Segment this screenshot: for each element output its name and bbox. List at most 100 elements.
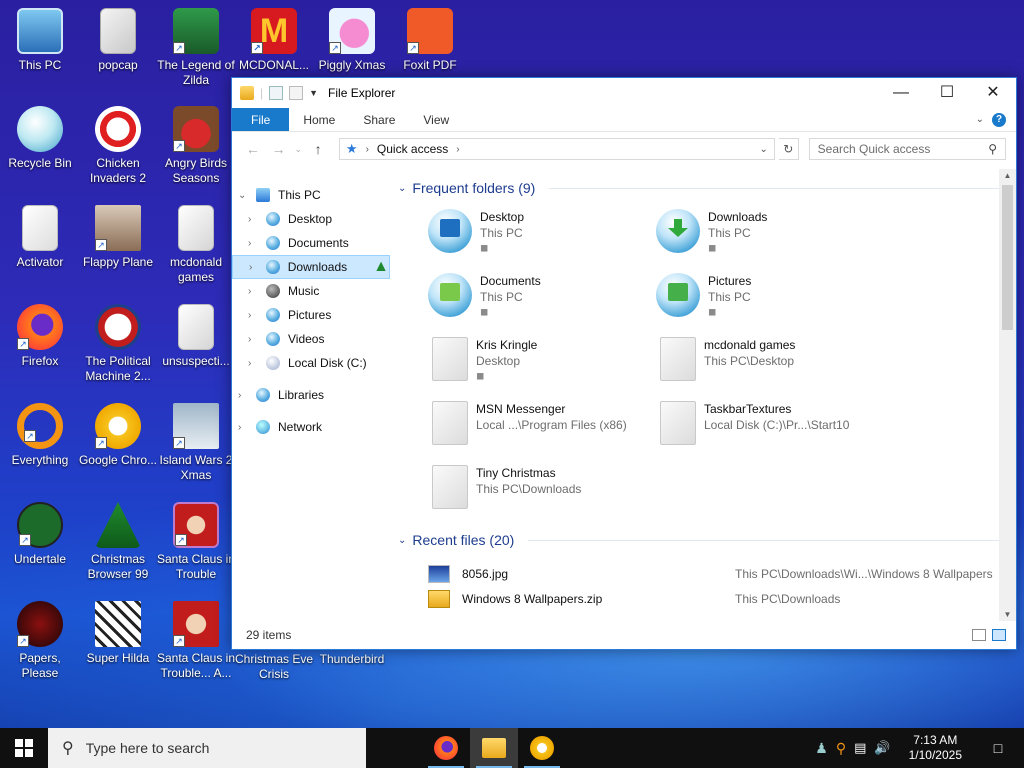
desktop-icon-legend-of-zilda[interactable]: ↗ The Legend of Zilda	[156, 8, 236, 88]
desktop-icon-everything[interactable]: ↗ Everything	[0, 403, 80, 468]
desktop-icon-thunderbird[interactable]: Thunderbird	[312, 652, 392, 667]
minimize-button[interactable]: —	[878, 78, 924, 108]
chevron-down-icon[interactable]: ▼	[309, 88, 318, 98]
desktop-icon-political-machine[interactable]: The Political Machine 2...	[78, 304, 158, 384]
tab-file[interactable]: File	[232, 108, 290, 131]
folder-documents[interactable]: Documents This PC ◼	[428, 273, 656, 323]
nav-item-pictures[interactable]: › Pictures	[232, 303, 392, 327]
chevron-down-icon[interactable]: ⌄	[760, 144, 768, 155]
taskbar-search[interactable]: ⚲ Type here to search	[48, 728, 366, 768]
nav-item-downloads[interactable]: › Downloads ▲	[232, 255, 390, 279]
tab-share[interactable]: Share	[349, 108, 409, 131]
details-view-icon[interactable]	[972, 629, 986, 641]
forward-button[interactable]: →	[268, 141, 290, 157]
refresh-button[interactable]: ↻	[778, 138, 799, 160]
desktop-icon-island-wars-2[interactable]: ↗ Island Wars 2 Xmas	[156, 403, 236, 483]
chevron-right-icon[interactable]: ›	[238, 390, 248, 401]
volume-icon[interactable]: 🔊	[874, 740, 890, 756]
desktop-icon-activator[interactable]: Activator	[0, 205, 80, 270]
help-icon[interactable]: ?	[992, 112, 1006, 127]
desktop-icon-santa-claus-in-trouble[interactable]: ↗ Santa Claus in Trouble	[156, 502, 236, 582]
chevron-right-icon[interactable]: ›	[249, 262, 258, 273]
chevron-down-icon[interactable]: ⌄	[398, 535, 406, 546]
close-button[interactable]: ✕	[970, 78, 1016, 108]
desktop-icon-mcdonal[interactable]: M ↗ MCDONAL...	[234, 8, 314, 73]
taskbar-firefox[interactable]	[422, 728, 470, 768]
file-explorer-window[interactable]: | ▼ File Explorer — ☐ ✕ File Home Share …	[231, 77, 1017, 650]
scroll-up-icon[interactable]: ▲	[999, 171, 1016, 180]
scroll-thumb[interactable]	[1002, 185, 1013, 330]
taskbar-file-explorer[interactable]	[470, 728, 518, 768]
desktop-icon-chicken-invaders-2[interactable]: Chicken Invaders 2	[78, 106, 158, 186]
desktop-icon-firefox[interactable]: ↗ Firefox	[0, 304, 80, 369]
chevron-down-icon[interactable]: ⌄	[398, 183, 406, 194]
folder-msn-messenger[interactable]: MSN Messenger Local ...\Program Files (x…	[428, 401, 656, 451]
desktop-icon-undertale[interactable]: ↗ Undertale	[0, 502, 80, 567]
notification-icon[interactable]: □	[980, 740, 1016, 756]
desktop-icon-this-pc[interactable]: This PC	[0, 8, 80, 73]
desktop-icon-angry-birds-seasons[interactable]: ↗ Angry Birds Seasons	[156, 106, 236, 186]
desktop-icon-unsuspecting[interactable]: unsuspecti...	[156, 304, 236, 369]
chevron-right-icon[interactable]: ›	[238, 422, 248, 433]
chevron-right-icon[interactable]: ›	[248, 286, 258, 297]
nav-item-libraries[interactable]: › Libraries	[232, 383, 392, 407]
desktop-icon-foxit-pdf[interactable]: ↗ Foxit PDF	[390, 8, 470, 73]
desktop-icon-mcdonald-games[interactable]: mcdonald games	[156, 205, 236, 285]
desktop-icon-popcap[interactable]: popcap	[78, 8, 158, 73]
desktop-icon-flappy-plane[interactable]: ↗ Flappy Plane	[78, 205, 158, 270]
list-item[interactable]: 8056.jpg This PC\Downloads\Wi...\Windows…	[428, 561, 1016, 586]
tab-home[interactable]: Home	[289, 108, 349, 131]
large-icons-view-icon[interactable]	[992, 629, 1006, 641]
nav-item-videos[interactable]: › Videos	[232, 327, 392, 351]
desktop-icon-christmas-eve-crisis[interactable]: Christmas Eve Crisis	[234, 652, 314, 682]
nav-item-network[interactable]: › Network	[232, 415, 392, 439]
chevron-right-icon[interactable]: ›	[248, 238, 258, 249]
chevron-right-icon[interactable]: ›	[248, 214, 258, 225]
folder-kris-kringle[interactable]: Kris Kringle Desktop ◼	[428, 337, 656, 387]
maximize-button[interactable]: ☐	[924, 78, 970, 108]
properties-icon[interactable]	[269, 86, 284, 100]
desktop-icon-recycle-bin[interactable]: Recycle Bin	[0, 106, 80, 171]
nav-item-music[interactable]: › Music	[232, 279, 392, 303]
address-bar[interactable]: ★ › Quick access › ⌄	[338, 138, 775, 160]
network-icon[interactable]: ▤	[854, 740, 866, 756]
taskbar-chrome[interactable]	[518, 728, 566, 768]
nav-item-desktop[interactable]: › Desktop	[232, 207, 392, 231]
desktop-icon-piggly-xmas[interactable]: ↗ Piggly Xmas	[312, 8, 392, 73]
search-input[interactable]: Search Quick access ⚲	[808, 138, 1007, 160]
recent-files-header[interactable]: ⌄ Recent files (20)	[398, 529, 1016, 551]
nav-item-documents[interactable]: › Documents	[232, 231, 392, 255]
new-folder-icon[interactable]	[289, 86, 304, 100]
vertical-scrollbar[interactable]: ▲ ▼	[999, 169, 1016, 621]
address-location[interactable]: Quick access	[377, 142, 448, 156]
magnifier-icon[interactable]: ⚲	[836, 740, 846, 757]
chevron-down-icon[interactable]: ⌄	[238, 190, 248, 201]
chevron-right-icon[interactable]: ›	[248, 334, 258, 345]
recent-locations-icon[interactable]: ⌄	[293, 144, 303, 155]
chevron-right-icon[interactable]: ›	[248, 358, 258, 369]
start-button[interactable]	[0, 728, 48, 768]
expand-ribbon-icon[interactable]: ⌄	[976, 114, 984, 125]
scroll-down-icon[interactable]: ▼	[999, 610, 1016, 619]
tab-view[interactable]: View	[409, 108, 463, 131]
desktop-icon-papers-please[interactable]: ↗ Papers, Please	[0, 601, 80, 681]
desktop-icon-christmas-browser-99[interactable]: Christmas Browser 99	[78, 502, 158, 582]
folder-pictures[interactable]: Pictures This PC ◼	[656, 273, 884, 323]
folder-downloads[interactable]: Downloads This PC ◼	[656, 209, 884, 259]
back-button[interactable]: ←	[242, 141, 264, 157]
folder-taskbartextures[interactable]: TaskbarTextures Local Disk (C:)\Pr...\St…	[656, 401, 884, 451]
clock[interactable]: 7:13 AM 1/10/2025	[899, 733, 972, 763]
list-item[interactable]: Windows 8 Wallpapers.zip This PC\Downloa…	[428, 586, 1016, 611]
folder-tiny-christmas[interactable]: Tiny Christmas This PC\Downloads	[428, 465, 656, 515]
people-icon[interactable]: ♟	[815, 740, 828, 757]
desktop-icon-google-chrome[interactable]: ↗ Google Chro...	[78, 403, 158, 468]
chevron-right-icon[interactable]: ›	[456, 144, 459, 155]
chevron-right-icon[interactable]: ›	[248, 310, 258, 321]
desktop-icon-super-hilda[interactable]: Super Hilda	[78, 601, 158, 666]
nav-item-this-pc[interactable]: ⌄ This PC	[232, 183, 392, 207]
nav-item-local-disk[interactable]: › Local Disk (C:)	[232, 351, 392, 375]
desktop-icon-santa-claus-trouble-a[interactable]: ↗ Santa Claus in Trouble... A...	[156, 601, 236, 681]
frequent-folders-header[interactable]: ⌄ Frequent folders (9)	[398, 177, 1016, 199]
title-bar[interactable]: | ▼ File Explorer — ☐ ✕	[232, 78, 1016, 108]
folder-mcdonald-games[interactable]: mcdonald games This PC\Desktop	[656, 337, 884, 387]
